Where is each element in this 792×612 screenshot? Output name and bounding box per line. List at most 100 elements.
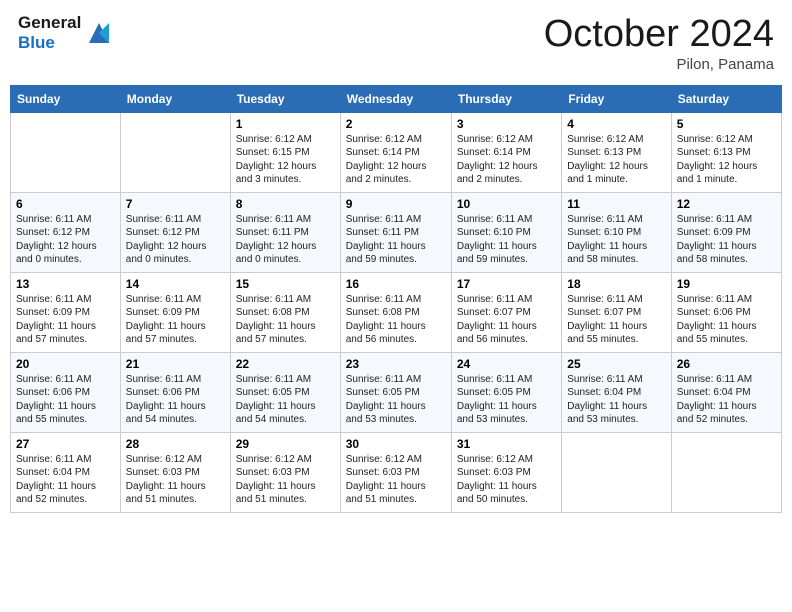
week-row-3: 20 Sunrise: 6:11 AM Sunset: 6:06 PM Dayli… <box>11 352 782 432</box>
calendar-cell: 30Sunrise: 6:12 AM Sunset: 6:03 PM Dayli… <box>340 432 451 512</box>
day-number: 20 <box>16 357 115 371</box>
day-info: Sunrise: 6:12 AM Sunset: 6:03 PM Dayligh… <box>346 453 446 507</box>
day-number: 7 <box>126 197 225 211</box>
day-info: Sunrise: 6:11 AM Sunset: 6:10 PM Dayligh… <box>567 213 665 267</box>
weekday-header-row: SundayMondayTuesdayWednesdayThursdayFrid… <box>11 85 782 112</box>
day-number: 26 <box>677 357 776 371</box>
weekday-header-friday: Friday <box>562 85 671 112</box>
calendar-cell: 15Sunrise: 6:11 AM Sunset: 6:08 PM Dayli… <box>230 272 340 352</box>
calendar-cell: 17 Sunrise: 6:11 AM Sunset: 6:07 PM Dayli… <box>451 272 561 352</box>
calendar-cell: 4 Sunrise: 6:12 AM Sunset: 6:13 PM Daylig… <box>562 112 671 192</box>
day-info: Sunrise: 6:11 AM Sunset: 6:05 PM Dayligh… <box>236 373 335 427</box>
day-number: 6 <box>16 197 115 211</box>
day-info: Sunrise: 6:12 AM Sunset: 6:14 PM Dayligh… <box>346 133 446 187</box>
day-info: Sunrise: 6:11 AM Sunset: 6:11 PM Dayligh… <box>236 213 335 267</box>
calendar-cell: 14 Sunrise: 6:11 AM Sunset: 6:09 PM Dayli… <box>120 272 230 352</box>
day-number: 13 <box>16 277 115 291</box>
calendar-cell <box>671 432 781 512</box>
day-info: Sunrise: 6:11 AM Sunset: 6:08 PM Dayligh… <box>346 293 446 347</box>
weekday-header-thursday: Thursday <box>451 85 561 112</box>
calendar-cell: 10 Sunrise: 6:11 AM Sunset: 6:10 PM Dayli… <box>451 192 561 272</box>
weekday-header-sunday: Sunday <box>11 85 121 112</box>
weekday-header-tuesday: Tuesday <box>230 85 340 112</box>
day-info: Sunrise: 6:12 AM Sunset: 6:15 PM Dayligh… <box>236 133 335 187</box>
calendar-cell: 31Sunrise: 6:12 AM Sunset: 6:03 PM Dayli… <box>451 432 561 512</box>
day-number: 2 <box>346 117 446 131</box>
week-row-1: 6 Sunrise: 6:11 AM Sunset: 6:12 PM Daylig… <box>11 192 782 272</box>
calendar-cell: 19 Sunrise: 6:11 AM Sunset: 6:06 PM Dayli… <box>671 272 781 352</box>
calendar-cell: 2 Sunrise: 6:12 AM Sunset: 6:14 PM Daylig… <box>340 112 451 192</box>
day-info: Sunrise: 6:12 AM Sunset: 6:13 PM Dayligh… <box>677 133 776 187</box>
calendar-cell: 23 Sunrise: 6:11 AM Sunset: 6:05 PM Dayli… <box>340 352 451 432</box>
day-info: Sunrise: 6:11 AM Sunset: 6:07 PM Dayligh… <box>567 293 665 347</box>
month-title-area: October 2024 Pilon, Panama <box>544 14 774 73</box>
day-number: 1 <box>236 117 335 131</box>
day-info: Sunrise: 6:11 AM Sunset: 6:09 PM Dayligh… <box>126 293 225 347</box>
day-info: Sunrise: 6:11 AM Sunset: 6:05 PM Dayligh… <box>457 373 556 427</box>
day-info: Sunrise: 6:12 AM Sunset: 6:03 PM Dayligh… <box>126 453 225 507</box>
logo-icon <box>85 19 113 47</box>
day-info: Sunrise: 6:11 AM Sunset: 6:09 PM Dayligh… <box>16 293 115 347</box>
calendar-cell: 5Sunrise: 6:12 AM Sunset: 6:13 PM Daylig… <box>671 112 781 192</box>
day-info: Sunrise: 6:11 AM Sunset: 6:12 PM Dayligh… <box>126 213 225 267</box>
month-title: October 2024 <box>544 14 774 56</box>
day-number: 22 <box>236 357 335 371</box>
calendar-cell <box>120 112 230 192</box>
calendar-cell: 3 Sunrise: 6:12 AM Sunset: 6:14 PM Daylig… <box>451 112 561 192</box>
day-number: 25 <box>567 357 665 371</box>
day-number: 19 <box>677 277 776 291</box>
calendar-cell: 7 Sunrise: 6:11 AM Sunset: 6:12 PM Daylig… <box>120 192 230 272</box>
day-number: 8 <box>236 197 335 211</box>
day-number: 15 <box>236 277 335 291</box>
day-number: 23 <box>346 357 446 371</box>
day-number: 18 <box>567 277 665 291</box>
day-number: 9 <box>346 197 446 211</box>
calendar-cell <box>11 112 121 192</box>
calendar-cell: 8 Sunrise: 6:11 AM Sunset: 6:11 PM Daylig… <box>230 192 340 272</box>
day-info: Sunrise: 6:11 AM Sunset: 6:06 PM Dayligh… <box>677 293 776 347</box>
location-title: Pilon, Panama <box>544 56 774 73</box>
day-info: Sunrise: 6:12 AM Sunset: 6:14 PM Dayligh… <box>457 133 556 187</box>
calendar-cell: 26Sunrise: 6:11 AM Sunset: 6:04 PM Dayli… <box>671 352 781 432</box>
day-number: 14 <box>126 277 225 291</box>
calendar-cell: 9Sunrise: 6:11 AM Sunset: 6:11 PM Daylig… <box>340 192 451 272</box>
day-info: Sunrise: 6:11 AM Sunset: 6:06 PM Dayligh… <box>16 373 115 427</box>
day-info: Sunrise: 6:11 AM Sunset: 6:07 PM Dayligh… <box>457 293 556 347</box>
day-number: 29 <box>236 437 335 451</box>
day-number: 3 <box>457 117 556 131</box>
day-number: 10 <box>457 197 556 211</box>
day-number: 28 <box>126 437 225 451</box>
calendar-cell: 22 Sunrise: 6:11 AM Sunset: 6:05 PM Dayli… <box>230 352 340 432</box>
day-info: Sunrise: 6:11 AM Sunset: 6:04 PM Dayligh… <box>16 453 115 507</box>
day-number: 24 <box>457 357 556 371</box>
week-row-2: 13 Sunrise: 6:11 AM Sunset: 6:09 PM Dayli… <box>11 272 782 352</box>
calendar-cell: 24 Sunrise: 6:11 AM Sunset: 6:05 PM Dayli… <box>451 352 561 432</box>
calendar-cell: 25Sunrise: 6:11 AM Sunset: 6:04 PM Dayli… <box>562 352 671 432</box>
calendar-cell: 1 Sunrise: 6:12 AM Sunset: 6:15 PM Daylig… <box>230 112 340 192</box>
day-number: 27 <box>16 437 115 451</box>
day-number: 4 <box>567 117 665 131</box>
calendar-cell: 27 Sunrise: 6:11 AM Sunset: 6:04 PM Dayli… <box>11 432 121 512</box>
day-number: 12 <box>677 197 776 211</box>
logo-general-text: General <box>18 14 81 33</box>
day-info: Sunrise: 6:11 AM Sunset: 6:09 PM Dayligh… <box>677 213 776 267</box>
day-info: Sunrise: 6:11 AM Sunset: 6:05 PM Dayligh… <box>346 373 446 427</box>
week-row-4: 27 Sunrise: 6:11 AM Sunset: 6:04 PM Dayli… <box>11 432 782 512</box>
weekday-header-saturday: Saturday <box>671 85 781 112</box>
day-info: Sunrise: 6:11 AM Sunset: 6:10 PM Dayligh… <box>457 213 556 267</box>
calendar-cell: 11 Sunrise: 6:11 AM Sunset: 6:10 PM Dayli… <box>562 192 671 272</box>
calendar-cell: 13 Sunrise: 6:11 AM Sunset: 6:09 PM Dayli… <box>11 272 121 352</box>
week-row-0: 1 Sunrise: 6:12 AM Sunset: 6:15 PM Daylig… <box>11 112 782 192</box>
weekday-header-wednesday: Wednesday <box>340 85 451 112</box>
day-number: 17 <box>457 277 556 291</box>
calendar-cell: 20 Sunrise: 6:11 AM Sunset: 6:06 PM Dayli… <box>11 352 121 432</box>
day-number: 11 <box>567 197 665 211</box>
calendar-cell: 6Sunrise: 6:11 AM Sunset: 6:12 PM Daylig… <box>11 192 121 272</box>
calendar-cell: 16Sunrise: 6:11 AM Sunset: 6:08 PM Dayli… <box>340 272 451 352</box>
calendar-cell: 21Sunrise: 6:11 AM Sunset: 6:06 PM Dayli… <box>120 352 230 432</box>
calendar-cell: 18 Sunrise: 6:11 AM Sunset: 6:07 PM Dayli… <box>562 272 671 352</box>
logo-blue-text: Blue <box>18 33 81 53</box>
day-info: Sunrise: 6:12 AM Sunset: 6:03 PM Dayligh… <box>236 453 335 507</box>
header: General Blue October 2024 Pilon, Panama <box>10 10 782 77</box>
day-info: Sunrise: 6:12 AM Sunset: 6:13 PM Dayligh… <box>567 133 665 187</box>
